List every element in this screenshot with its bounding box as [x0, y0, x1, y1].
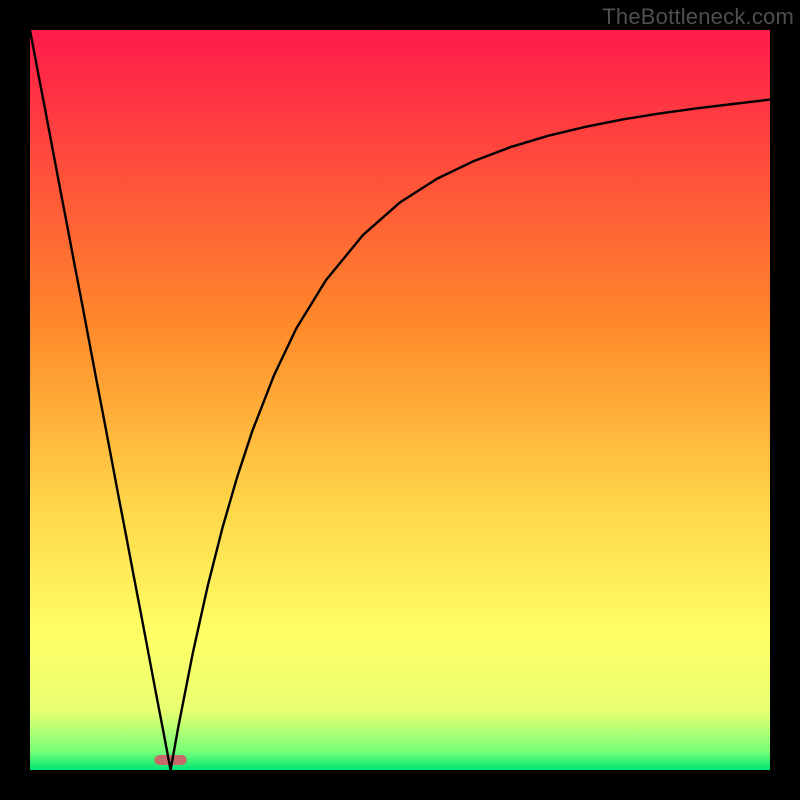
chart-svg — [30, 30, 770, 770]
watermark-text: TheBottleneck.com — [602, 4, 794, 30]
gradient-background — [30, 30, 770, 770]
outer-frame: TheBottleneck.com — [0, 0, 800, 800]
plot-area — [30, 30, 770, 770]
